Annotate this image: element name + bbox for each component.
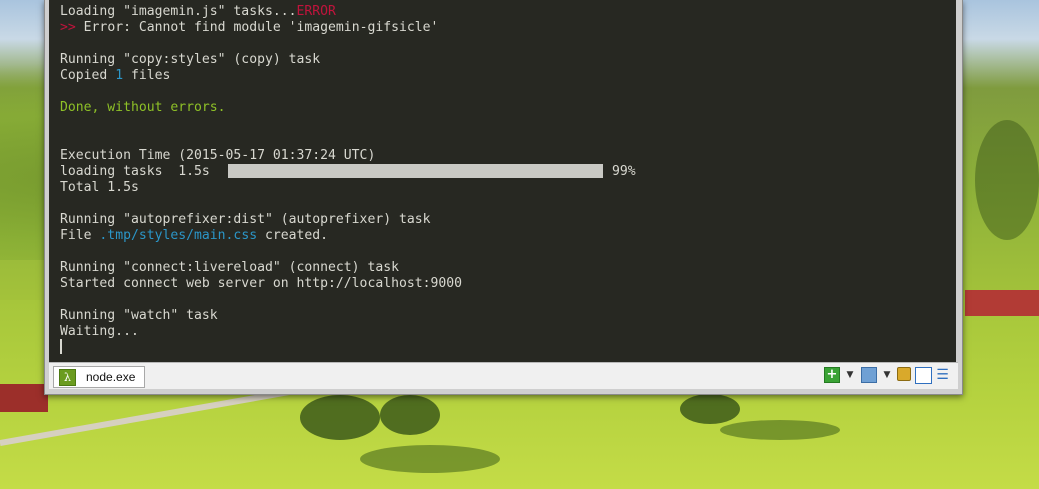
terminal-line: >> Error: Cannot find module 'imagemin-g… bbox=[60, 20, 438, 36]
lambda-icon: λ bbox=[59, 368, 76, 386]
terminal-line: Waiting... bbox=[60, 324, 139, 339]
terminal-line: Running "autoprefixer:dist" (autoprefixe… bbox=[60, 212, 431, 227]
wallpaper-tree bbox=[300, 395, 380, 440]
chevron-down-icon[interactable]: ▼ bbox=[845, 367, 855, 383]
terminal-line: Running "copy:styles" (copy) task bbox=[60, 52, 321, 67]
terminal-line: Loading "imagemin.js" tasks...ERROR bbox=[60, 4, 336, 20]
terminal-line: Running "connect:livereload" (connect) t… bbox=[60, 260, 399, 275]
line-text: Error: Cannot find module 'imagemin-gifs… bbox=[75, 20, 439, 35]
line-text: Loading "imagemin.js" tasks... bbox=[60, 4, 297, 19]
wallpaper-house bbox=[0, 384, 48, 412]
wallpaper-shadow bbox=[360, 445, 500, 473]
progress-bar bbox=[228, 164, 604, 178]
terminal-line: Started connect web server on http://loc… bbox=[60, 276, 463, 291]
menu-icon[interactable]: ☰ bbox=[935, 367, 950, 383]
text-cursor bbox=[60, 339, 62, 354]
wallpaper-house bbox=[965, 290, 1039, 316]
terminal-line: Done, without errors. bbox=[60, 100, 226, 115]
new-console-icon[interactable]: + bbox=[824, 367, 840, 383]
wallpaper-tree bbox=[680, 394, 740, 424]
line-text: files bbox=[123, 68, 171, 83]
terminal-line: loading tasks 1.5s bbox=[60, 164, 210, 179]
lock-icon[interactable] bbox=[897, 367, 911, 381]
terminal-output[interactable]: Loading "imagemin.js" tasks...ERROR >> E… bbox=[49, 0, 956, 362]
line-text: Copied bbox=[60, 68, 116, 83]
wallpaper-shadow bbox=[720, 420, 840, 440]
wallpaper-tree bbox=[380, 395, 440, 435]
terminal-line: Copied 1 files bbox=[60, 68, 170, 84]
error-status: ERROR bbox=[296, 4, 336, 19]
console-window-icon[interactable] bbox=[861, 367, 877, 383]
terminal-line: Total 1.5s bbox=[60, 180, 139, 195]
terminal-line: Execution Time (2015-05-17 01:37:24 UTC) bbox=[60, 148, 376, 163]
file-path: .tmp/styles/main.css bbox=[99, 228, 258, 243]
file-count: 1 bbox=[115, 68, 124, 83]
chevron-down-icon[interactable]: ▼ bbox=[882, 367, 892, 383]
line-text: created. bbox=[257, 228, 329, 243]
progress-percent: 99% bbox=[612, 164, 636, 179]
console-window: Loading "imagemin.js" tasks...ERROR >> E… bbox=[44, 0, 963, 395]
console-tab[interactable]: λ node.exe bbox=[53, 366, 145, 388]
split-panes-icon[interactable] bbox=[915, 367, 932, 384]
status-bar: λ node.exe + ▼ ▼ ☰ bbox=[49, 362, 958, 389]
terminal-line: Running "watch" task bbox=[60, 308, 218, 323]
error-marker: >> bbox=[60, 20, 76, 35]
tab-label: node.exe bbox=[86, 370, 136, 384]
terminal-line: File .tmp/styles/main.css created. bbox=[60, 228, 328, 244]
wallpaper-tree bbox=[975, 120, 1039, 240]
line-text: File bbox=[60, 228, 100, 243]
